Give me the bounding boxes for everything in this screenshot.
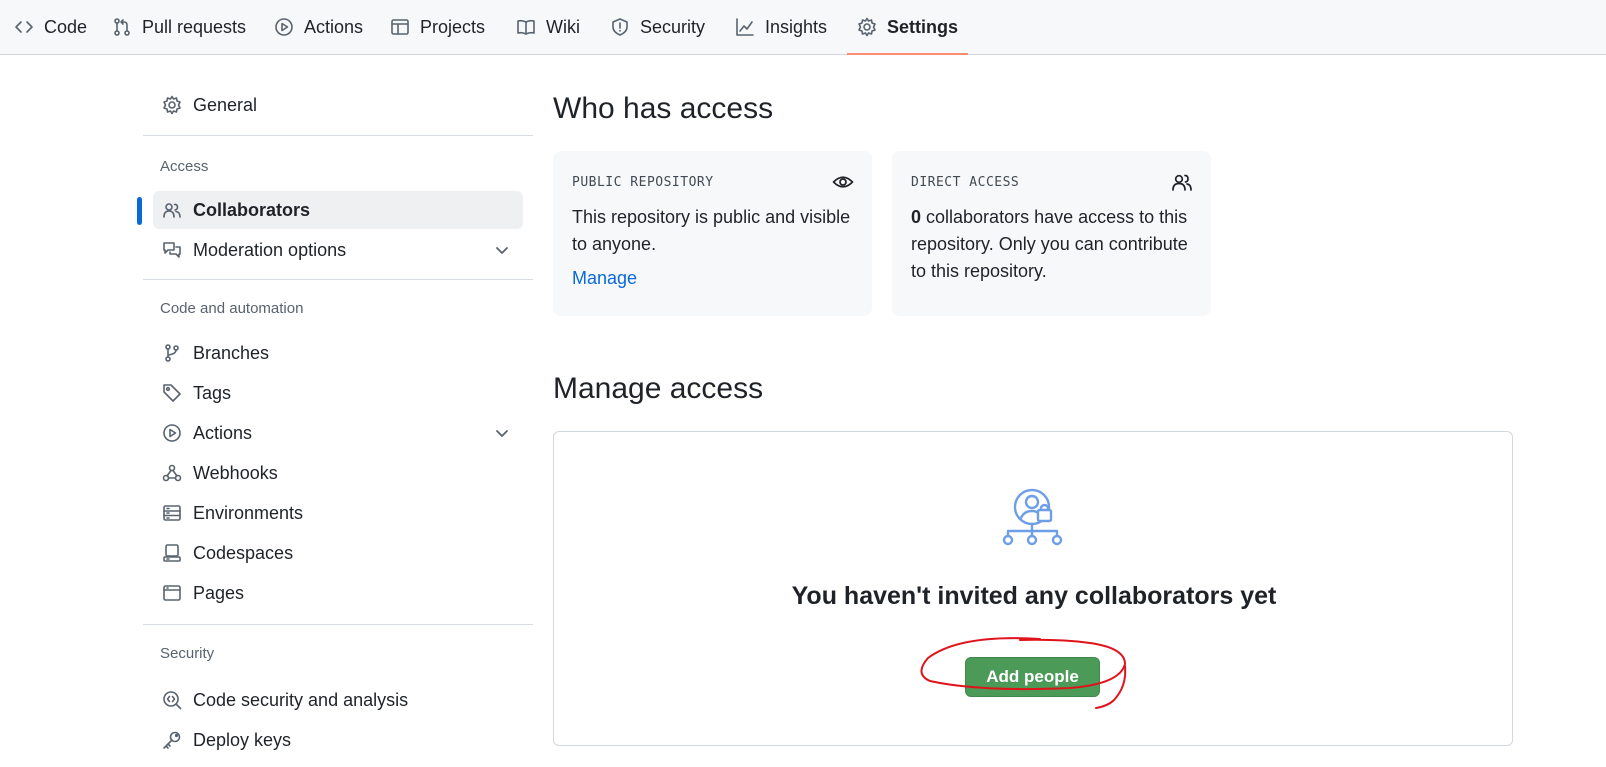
tab-wiki[interactable]: Wiki	[516, 0, 580, 54]
webhook-icon	[161, 462, 183, 484]
eye-icon	[832, 176, 854, 188]
tab-projects[interactable]: Projects	[390, 0, 485, 54]
chevron-down-icon[interactable]	[493, 241, 511, 259]
sidebar-item-codespaces[interactable]: Codespaces	[153, 534, 523, 572]
git-branch-icon	[161, 342, 183, 364]
card-label: PUBLIC REPOSITORY	[572, 175, 714, 190]
manage-access-heading: Manage access	[553, 372, 764, 405]
sidebar-item-deploy-keys[interactable]: Deploy keys	[153, 721, 523, 759]
people-icon	[161, 199, 183, 221]
sidebar-divider	[143, 135, 533, 136]
tab-security[interactable]: Security	[610, 0, 705, 54]
sidebar-item-actions[interactable]: Actions	[153, 414, 523, 452]
sidebar-item-label: Pages	[193, 582, 245, 603]
comment-discussion-icon	[161, 239, 183, 261]
table-icon	[391, 19, 409, 35]
sidebar-item-code-security[interactable]: Code security and analysis	[153, 681, 523, 719]
sidebar-item-branches[interactable]: Branches	[153, 334, 523, 372]
tag-icon	[161, 382, 183, 404]
direct-access-card: DIRECT ACCESS 0 collaborators have acces…	[892, 151, 1211, 316]
card-text: 0 collaborators have access to this repo…	[911, 204, 1192, 285]
manage-access-box: You haven't invited any collaborators ye…	[553, 431, 1513, 746]
sidebar-item-pages[interactable]: Pages	[153, 574, 523, 612]
sidebar-heading-access: Access	[160, 158, 209, 175]
card-text: This repository is public and visible to…	[572, 207, 851, 254]
tab-actions[interactable]: Actions	[274, 0, 363, 54]
person-lock-org-icon	[1002, 488, 1063, 546]
gear-icon	[161, 94, 183, 116]
sidebar-heading-security: Security	[160, 645, 215, 662]
collaborator-count: 0	[911, 207, 922, 227]
sidebar-item-webhooks[interactable]: Webhooks	[153, 454, 523, 492]
add-people-button[interactable]: Add people	[965, 657, 1100, 697]
people-icon	[1172, 174, 1192, 191]
direct-access-text: collaborators have access to this reposi…	[911, 207, 1188, 281]
sidebar-item-label: Moderation options	[193, 239, 347, 260]
sidebar-item-moderation-options[interactable]: Moderation options	[153, 231, 523, 269]
sidebar-divider	[143, 624, 533, 625]
sidebar-item-label: Branches	[193, 342, 270, 363]
shield-icon	[612, 18, 628, 36]
tab-code[interactable]: Code	[14, 0, 87, 54]
who-has-access-heading: Who has access	[553, 92, 774, 125]
manage-link[interactable]: Manage	[572, 268, 637, 289]
server-icon	[161, 502, 183, 524]
play-icon	[275, 18, 293, 36]
sidebar-item-environments[interactable]: Environments	[153, 494, 523, 532]
tab-settings[interactable]: Settings	[846, 0, 969, 55]
sidebar-item-collaborators[interactable]: Collaborators	[137, 191, 523, 229]
codescan-icon	[161, 689, 183, 711]
sidebar-item-label: General	[193, 94, 258, 115]
tab-pull-requests[interactable]: Pull requests	[112, 0, 246, 54]
key-icon	[161, 729, 183, 751]
card-label: DIRECT ACCESS	[911, 175, 1020, 190]
browser-icon	[161, 582, 183, 604]
gear-icon	[858, 17, 876, 37]
book-icon	[517, 19, 535, 35]
code-icon	[15, 21, 33, 33]
sidebar-divider	[143, 279, 533, 280]
sidebar-item-label: Actions	[193, 422, 253, 443]
sidebar-item-label: Code security and analysis	[193, 689, 409, 710]
sidebar-item-label: Codespaces	[193, 542, 294, 563]
graph-icon	[736, 18, 754, 36]
repo-nav: Code Pull requests Actions Projects Wiki…	[0, 0, 1606, 55]
play-icon	[161, 422, 183, 444]
git-pull-request-icon	[114, 18, 130, 36]
sidebar-item-label: Tags	[193, 382, 232, 403]
sidebar-item-general[interactable]: General	[153, 86, 523, 124]
empty-state-title: You haven't invited any collaborators ye…	[791, 582, 1277, 610]
sidebar-item-label: Deploy keys	[193, 729, 292, 750]
codespaces-icon	[161, 542, 183, 564]
chevron-down-icon[interactable]	[493, 424, 511, 442]
sidebar-item-label: Environments	[193, 502, 304, 523]
sidebar-item-label: Collaborators	[193, 199, 311, 220]
sidebar-item-tags[interactable]: Tags	[153, 374, 523, 412]
tab-insights[interactable]: Insights	[735, 0, 827, 54]
sidebar-heading-code-and-automation: Code and automation	[160, 300, 304, 317]
public-repository-card: PUBLIC REPOSITORY This repository is pub…	[553, 151, 872, 316]
sidebar-item-label: Webhooks	[193, 462, 278, 483]
